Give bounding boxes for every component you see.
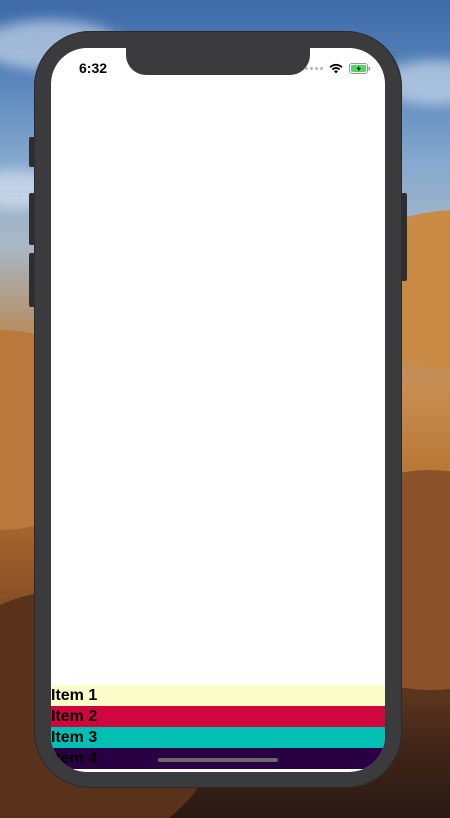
power-button bbox=[401, 193, 407, 281]
home-indicator[interactable] bbox=[158, 758, 278, 762]
cellular-signal-icon bbox=[305, 66, 323, 70]
notch bbox=[126, 48, 310, 75]
volume-up-button bbox=[29, 193, 35, 245]
list-item[interactable]: Item 3 bbox=[51, 727, 385, 748]
status-time: 6:32 bbox=[79, 60, 108, 76]
status-icons bbox=[305, 62, 371, 74]
silent-switch bbox=[29, 137, 35, 167]
battery-charging-icon bbox=[349, 62, 371, 74]
volume-down-button bbox=[29, 253, 35, 307]
phone-screen: 6:32 Item 1 Item 2 Item 3 Item 4 bbox=[51, 48, 385, 772]
list-item[interactable]: Item 2 bbox=[51, 706, 385, 727]
list-item[interactable]: Item 1 bbox=[51, 685, 385, 706]
desktop-background: 6:32 Item 1 Item 2 Item 3 Item 4 bbox=[0, 0, 450, 818]
wifi-icon bbox=[329, 63, 343, 73]
item-list[interactable]: Item 1 Item 2 Item 3 Item 4 bbox=[51, 685, 385, 769]
